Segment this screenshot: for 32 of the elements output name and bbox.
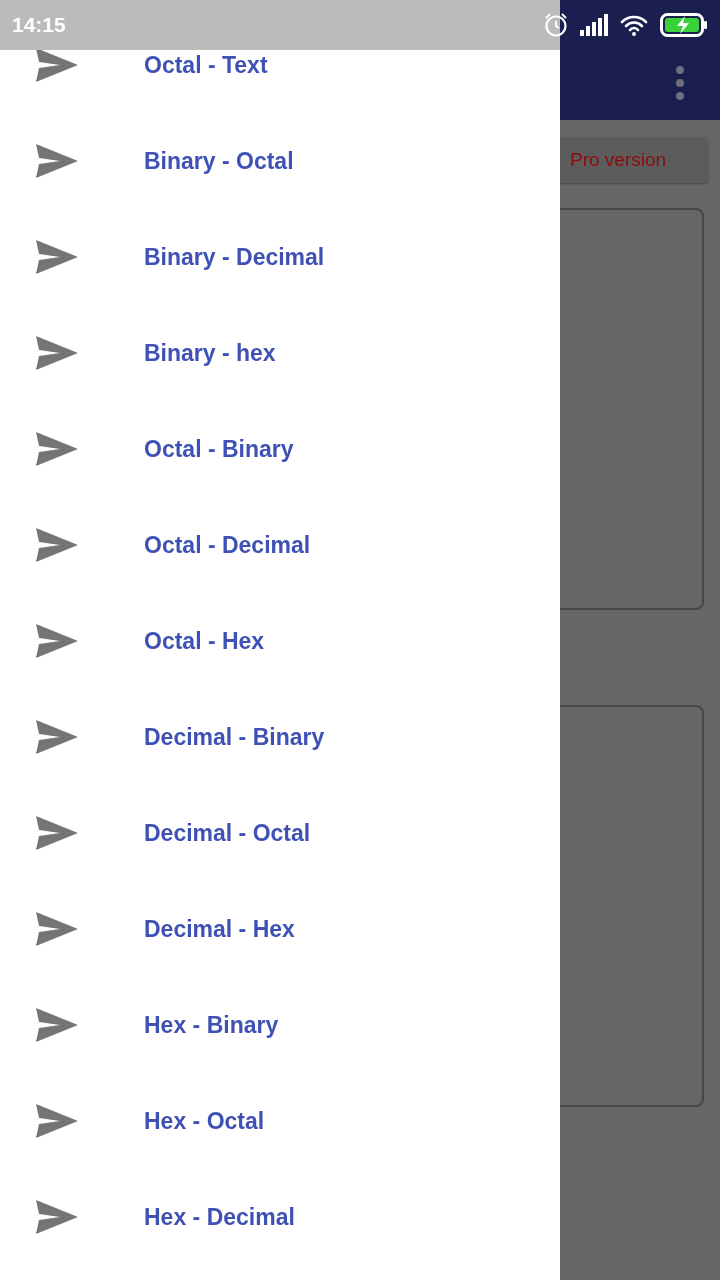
menu-item[interactable]: Decimal - Binary: [144, 723, 325, 751]
menu-item[interactable]: Binary - Decimal: [144, 243, 325, 271]
menu-item[interactable]: Binary - Octal: [144, 147, 294, 175]
send-icon: [36, 912, 78, 946]
send-icon: [36, 336, 78, 370]
menu-item[interactable]: Decimal - Hex: [144, 915, 295, 943]
menu-item[interactable]: Octal - Text: [144, 51, 268, 79]
menu-item[interactable]: Octal - Binary: [144, 435, 294, 463]
send-icon: [36, 144, 78, 178]
send-icon: [36, 1104, 78, 1138]
menu-item[interactable]: Octal - Hex: [144, 627, 265, 655]
menu-item[interactable]: Hex - Binary: [144, 1011, 279, 1039]
menu-item[interactable]: Decimal - Octal: [144, 819, 311, 847]
send-icon: [36, 624, 78, 658]
send-icon: [36, 1008, 78, 1042]
send-icon: [36, 48, 78, 82]
menu-item[interactable]: Binary - hex: [144, 339, 276, 367]
menu-item[interactable]: Hex - Octal: [144, 1107, 265, 1135]
send-icon: [36, 720, 78, 754]
overflow-menu-icon[interactable]: [676, 66, 684, 100]
send-icon: [36, 240, 78, 274]
signal-icon: [580, 14, 608, 36]
battery-icon: [660, 13, 708, 37]
send-icon: [36, 816, 78, 850]
send-icon: [36, 528, 78, 562]
send-icon: [36, 432, 78, 466]
wifi-icon: [620, 14, 648, 36]
clock: 14:15: [12, 13, 66, 37]
send-icon: [36, 1200, 78, 1234]
menu-item[interactable]: Hex - Decimal: [144, 1203, 295, 1231]
alarm-icon: [544, 12, 568, 38]
menu-item[interactable]: Octal - Decimal: [144, 531, 311, 559]
